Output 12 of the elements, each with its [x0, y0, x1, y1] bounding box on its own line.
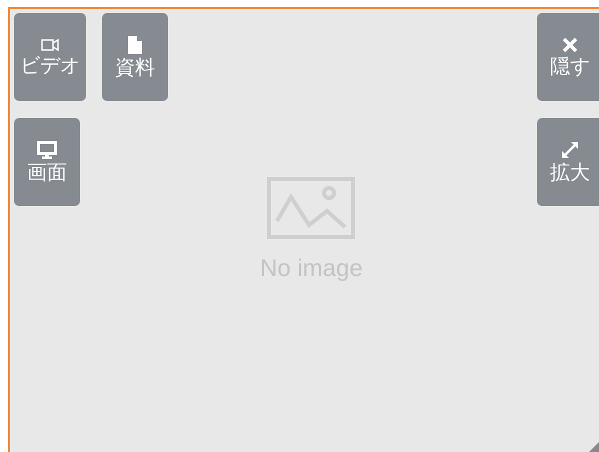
- screen-button[interactable]: 画面: [14, 118, 80, 206]
- resize-grip-icon: [589, 442, 599, 452]
- expand-button[interactable]: 拡大: [537, 118, 599, 206]
- document-button[interactable]: 資料: [102, 13, 168, 101]
- image-placeholder-icon: [267, 177, 356, 239]
- monitor-icon: [37, 141, 57, 159]
- hide-button[interactable]: 隠す: [537, 13, 599, 101]
- video-camera-icon: [41, 38, 59, 52]
- close-icon: [562, 37, 578, 53]
- document-icon: [128, 36, 142, 54]
- video-button[interactable]: ビデオ: [14, 13, 86, 101]
- expand-icon: [561, 141, 579, 159]
